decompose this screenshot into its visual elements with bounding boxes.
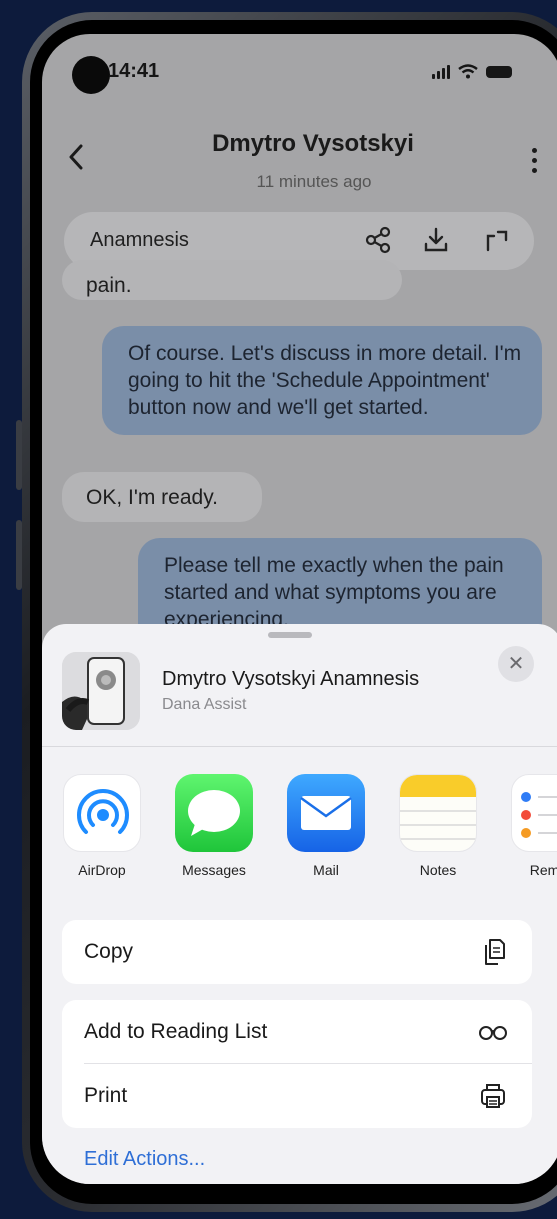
notes-icon xyxy=(399,774,477,852)
reading-list-label: Add to Reading List xyxy=(84,1020,268,1043)
share-app-label: Remin xyxy=(529,862,557,878)
messages-icon xyxy=(175,774,253,852)
message-bubble-outgoing: Of course. Let's discuss in more detail.… xyxy=(102,326,542,435)
volume-down-button xyxy=(16,520,22,590)
expand-icon[interactable] xyxy=(482,226,510,254)
print-label: Print xyxy=(84,1084,128,1107)
status-icons xyxy=(432,64,512,79)
actions-group: Add to Reading List Print xyxy=(62,1000,532,1128)
share-app-airdrop[interactable]: AirDrop xyxy=(62,774,142,878)
edit-actions-link[interactable]: Edit Actions... xyxy=(84,1148,205,1171)
message-bubble-incoming: OK, I'm ready. xyxy=(62,472,262,522)
signal-icon xyxy=(432,64,450,79)
copy-group: Copy xyxy=(62,920,532,984)
share-app-mail[interactable]: Mail xyxy=(286,774,366,878)
share-app-label: Notes xyxy=(419,862,457,878)
mail-icon xyxy=(287,774,365,852)
contact-name: Dmytro Vysotskyi xyxy=(212,130,414,157)
share-app-messages[interactable]: Messages xyxy=(174,774,254,878)
printer-icon xyxy=(481,1084,505,1108)
copy-icon xyxy=(485,939,505,965)
close-icon[interactable]: ✕ xyxy=(498,646,534,682)
document-thumbnail xyxy=(62,652,140,730)
document-title[interactable]: Anamnesis xyxy=(90,229,189,252)
battery-icon xyxy=(486,65,512,78)
share-app-label: Mail xyxy=(313,862,339,878)
share-app-notes[interactable]: Notes xyxy=(398,774,478,878)
copy-action[interactable]: Copy xyxy=(62,920,532,984)
divider xyxy=(42,746,557,747)
glasses-icon xyxy=(479,1026,507,1040)
screen: 14:41 Dmytro Vysotskyi 11 minutes ago An… xyxy=(42,34,557,1184)
share-app-label: Messages xyxy=(182,862,246,878)
share-app-reminders[interactable]: Remin xyxy=(510,774,557,878)
share-title: Dmytro Vysotskyi Anamnesis xyxy=(162,668,420,690)
share-subtitle: Dana Assist xyxy=(162,696,247,713)
sheet-grabber[interactable] xyxy=(268,632,312,638)
more-options-icon[interactable] xyxy=(532,148,538,178)
print-action[interactable]: Print xyxy=(62,1064,532,1128)
front-camera xyxy=(72,56,110,94)
download-icon[interactable] xyxy=(422,226,450,254)
status-bar: 14:41 xyxy=(42,34,557,114)
share-sheet: Dmytro Vysotskyi Anamnesis Dana Assist ✕… xyxy=(42,624,557,1184)
status-time: 14:41 xyxy=(108,60,160,82)
share-icon[interactable] xyxy=(364,226,392,254)
share-apps-row: AirDrop Messages Mail Notes Rem xyxy=(62,774,557,894)
reminders-icon xyxy=(511,774,557,852)
message-bubble-incoming: pain. xyxy=(62,260,402,300)
last-seen: 11 minutes ago xyxy=(256,172,372,191)
airdrop-icon xyxy=(63,774,141,852)
wifi-icon xyxy=(458,64,478,79)
share-app-label: AirDrop xyxy=(78,862,126,878)
add-to-reading-list-action[interactable]: Add to Reading List xyxy=(62,1000,532,1064)
copy-label: Copy xyxy=(84,940,134,963)
volume-up-button xyxy=(16,420,22,490)
